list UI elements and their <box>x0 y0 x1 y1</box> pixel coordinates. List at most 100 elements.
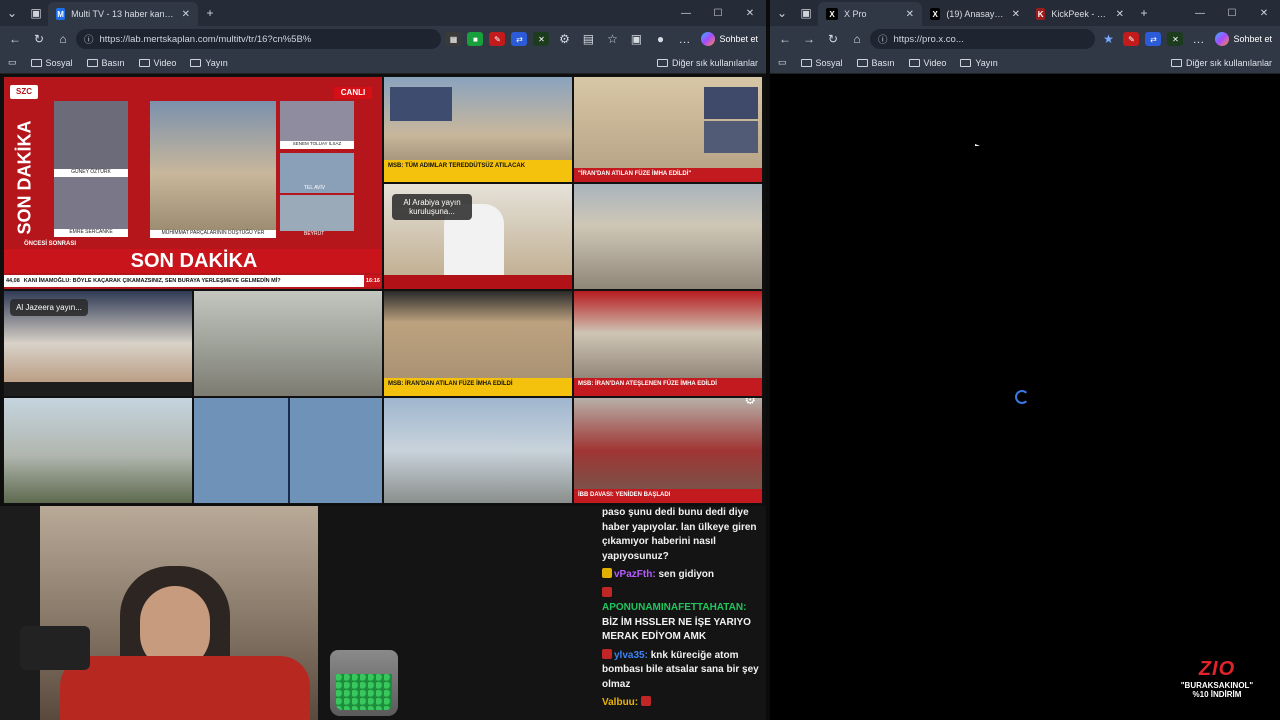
tile-caption: MSB: İRAN'DAN ATILAN FÜZE İMHA EDİLDİ <box>384 378 572 396</box>
favorites-star-icon[interactable]: ★ <box>1097 32 1119 46</box>
tab-x-pro[interactable]: X X Pro ✕ <box>818 2 922 26</box>
video-tile-cams-2[interactable] <box>383 397 573 504</box>
refresh-icon[interactable]: ↻ <box>822 32 844 46</box>
bookmark-label: Yayın <box>975 57 998 68</box>
anchor-3 <box>280 101 354 145</box>
folder-icon <box>1170 58 1182 67</box>
left-browser-window: ⌄ ▣ M Multi TV - 13 haber kanalını aynı … <box>0 0 766 720</box>
folder-icon <box>800 58 812 67</box>
favorites-star-icon[interactable]: ☆ <box>601 32 623 46</box>
more-menu-icon[interactable]: … <box>673 32 695 46</box>
bookmark-folder-sosyal[interactable]: Sosyal <box>800 58 843 68</box>
video-tile-alarabiya[interactable]: Al Arabiya yayın kuruluşuna... <box>383 183 573 290</box>
alarabiya-overlay-button[interactable]: Al Arabiya yayın kuruluşuna... <box>392 194 472 220</box>
folder-icon <box>190 58 202 67</box>
multitv-favicon-icon: M <box>56 8 66 20</box>
close-tab-icon[interactable]: ✕ <box>182 9 190 20</box>
bookmark-folder-video[interactable]: Video <box>908 58 946 68</box>
bookmark-folder-sosyal[interactable]: Sosyal <box>30 57 73 68</box>
tab-actions-chevron-icon[interactable]: ⌄ <box>0 2 24 24</box>
bookmark-folder-yayin[interactable]: Yayın <box>190 58 228 68</box>
site-info-icon[interactable]: ⓘ <box>878 32 888 46</box>
extensions-puzzle-icon[interactable]: ⚙ <box>553 32 575 46</box>
minimize-icon[interactable]: — <box>1184 8 1216 19</box>
close-tab-icon[interactable]: ✕ <box>1116 9 1124 20</box>
extension-translate-icon[interactable]: ⇄ <box>511 32 528 46</box>
video-tile-ibb[interactable]: ⚙ İBB DAVASI: YENİDEN BAŞLADI <box>573 397 763 504</box>
address-bar[interactable]: ⓘ https://pro.x.co... <box>870 29 1096 49</box>
microphone <box>20 626 90 670</box>
field-footage <box>150 101 276 233</box>
extension-translate-icon[interactable]: ⇄ <box>1145 32 1162 46</box>
video-tile-szc[interactable]: SZC SON DAKİKA GÜNEY ÖZTÜRK EMRE SERCANK… <box>3 76 383 290</box>
home-icon[interactable]: ⌂ <box>52 32 74 46</box>
munimmat-caption: MÜHİMMAT PARÇALARININ DÜŞTÜĞÜ YER <box>150 230 276 238</box>
extension-red-icon[interactable]: ✎ <box>1123 32 1140 46</box>
home-icon[interactable]: ⌂ <box>846 32 868 46</box>
video-tile-cams-1[interactable] <box>193 397 383 504</box>
aljazeera-caption <box>4 382 192 396</box>
zio-logo: ZIO <box>1158 658 1276 681</box>
workspaces-icon[interactable]: ▣ <box>794 2 818 24</box>
video-tile-skyline[interactable] <box>573 183 763 290</box>
video-tile-msb-1[interactable]: MSB: İRAN'DAN ATILAN FÜZE İMHA EDİLDİ <box>383 290 573 397</box>
aljazeera-overlay-button[interactable]: Al Jazeera yayın... <box>10 299 88 316</box>
site-info-icon[interactable]: ⓘ <box>84 32 94 46</box>
other-favorites[interactable]: Diğer sık kullanılanlar <box>1170 58 1272 68</box>
settings-gear-icon[interactable]: ⚙ <box>744 398 756 408</box>
video-tile-2[interactable]: MSB: TÜM ADIMLAR TEREDDÜTSÜZ ATILACAK <box>383 76 573 183</box>
refresh-icon[interactable]: ↻ <box>28 32 50 46</box>
kickpeek-favicon-icon: K <box>1036 8 1046 20</box>
tab-bar: ⌄ ▣ X X Pro ✕ X (19) Anasayfa / X ✕ K Ki… <box>770 0 1280 26</box>
collections-icon[interactable]: ▣ <box>625 32 647 46</box>
extension-red-icon[interactable]: ✎ <box>489 32 506 46</box>
extension-yellow-icon[interactable]: ✕ <box>1167 32 1184 46</box>
workspaces-icon[interactable]: ▣ <box>24 2 48 24</box>
new-tab-plus-icon[interactable]: + <box>1132 2 1156 24</box>
tab-kickpeek[interactable]: K KickPeek - Kick.co ✕ <box>1028 2 1132 26</box>
close-tab-icon[interactable]: ✕ <box>906 9 914 20</box>
back-arrow-icon[interactable]: ← <box>4 32 26 46</box>
tab-multitv[interactable]: M Multi TV - 13 haber kanalını aynı a ✕ <box>48 2 198 26</box>
right-browser-window: ⌄ ▣ X X Pro ✕ X (19) Anasayfa / X ✕ K Ki… <box>770 0 1280 720</box>
close-tab-icon[interactable]: ✕ <box>1012 9 1020 20</box>
address-bar[interactable]: ⓘ https://lab.mertskaplan.com/multitv/tr… <box>76 29 442 49</box>
bookmark-label: Sosyal <box>45 57 73 68</box>
minimize-icon[interactable]: — <box>670 8 702 19</box>
chat-message: paso şunu dedi bunu dedi diye haber yapı… <box>602 506 764 564</box>
profile-avatar-icon[interactable]: ● <box>649 32 671 46</box>
extension-grid-icon[interactable]: ▦ <box>445 32 462 46</box>
close-window-icon[interactable]: ✕ <box>734 8 766 19</box>
close-window-icon[interactable]: ✕ <box>1248 8 1280 19</box>
window-controls: — ☐ ✕ <box>670 8 766 19</box>
tab-title: Multi TV - 13 haber kanalını aynı a <box>71 9 175 19</box>
bookmarks-bar: ▭ Sosyal Basın Video Yayın Diğer sık kul… <box>0 52 766 74</box>
bookmark-folder-video[interactable]: Video <box>138 58 176 68</box>
folder-icon <box>86 58 98 67</box>
video-tile-3[interactable]: "İRAN'DAN ATILAN FÜZE İMHA EDİLDİ" <box>573 76 763 183</box>
copilot-button[interactable]: Sohbet et <box>697 32 762 46</box>
extension-green-icon[interactable]: ■ <box>467 32 484 46</box>
maximize-icon[interactable]: ☐ <box>702 8 734 19</box>
bookmark-tab-icon[interactable]: ▭ <box>8 57 17 68</box>
split-screen-icon[interactable]: ▤ <box>577 32 599 46</box>
bookmark-folder-yayin[interactable]: Yayın <box>960 57 998 68</box>
video-tile-msb-2[interactable]: MSB: İRAN'DAN ATEŞLENEN FÜZE İMHA EDİLDİ <box>573 290 763 397</box>
other-favorites[interactable]: Diğer sık kullanılanlar <box>656 58 758 68</box>
more-menu-icon[interactable]: … <box>1187 32 1209 46</box>
copilot-button[interactable]: Sohbet et <box>1211 32 1276 46</box>
forward-arrow-icon[interactable]: → <box>798 32 820 46</box>
tab-x-home[interactable]: X (19) Anasayfa / X ✕ <box>922 2 1028 26</box>
maximize-icon[interactable]: ☐ <box>1216 8 1248 19</box>
bookmark-tab-icon[interactable]: ▭ <box>778 57 787 68</box>
new-tab-plus-icon[interactable]: + <box>198 2 222 24</box>
bookmark-folder-basin[interactable]: Basın <box>856 58 895 68</box>
jar-beans <box>336 674 392 710</box>
video-tile-gaza[interactable] <box>193 290 383 397</box>
video-tile-aljazeera[interactable]: Al Jazeera yayın... <box>3 290 193 397</box>
back-arrow-icon[interactable]: ← <box>774 32 796 46</box>
extension-yellow-icon[interactable]: ✕ <box>533 32 550 46</box>
tab-actions-chevron-icon[interactable]: ⌄ <box>770 2 794 24</box>
video-tile-city[interactable] <box>3 397 193 504</box>
bookmark-folder-basin[interactable]: Basın <box>86 58 125 68</box>
